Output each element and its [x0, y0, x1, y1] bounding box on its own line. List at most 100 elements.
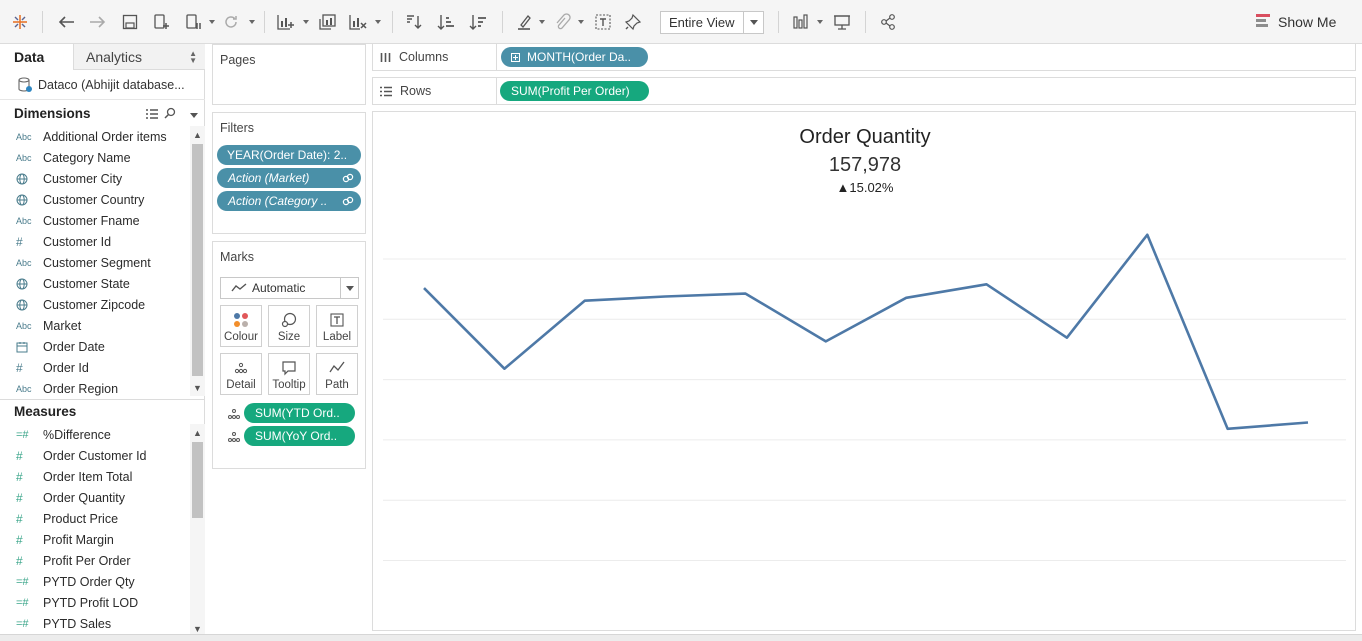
label-icon	[317, 312, 357, 328]
size-button[interactable]: Size	[268, 305, 310, 347]
scroll-down-icon[interactable]: ▼	[193, 625, 202, 634]
marks-pill[interactable]: SUM(YTD Ord..	[244, 403, 355, 423]
data-point[interactable]	[659, 291, 671, 303]
data-point[interactable]	[498, 363, 510, 375]
field-item[interactable]: # Order Item Total	[0, 466, 190, 487]
columns-shelf[interactable]: Columns MONTH(Order Da..	[372, 43, 1356, 71]
filter-pill[interactable]: Action (Category ..	[217, 191, 361, 211]
field-item[interactable]: # Profit Margin	[0, 529, 190, 550]
sort-descending-icon[interactable]	[466, 9, 490, 35]
filter-pill[interactable]: YEAR(Order Date): 2..	[217, 145, 361, 165]
label-icon[interactable]	[591, 9, 615, 35]
field-label: Customer Fname	[43, 213, 140, 228]
tab-analytics[interactable]: Analytics ▲ ▼	[74, 44, 205, 70]
label-button[interactable]: Label	[316, 305, 358, 347]
datasource-item[interactable]: Dataco (Abhijit database...	[0, 70, 205, 100]
share-icon[interactable]	[876, 9, 900, 35]
series-line[interactable]	[423, 233, 1309, 431]
data-point[interactable]	[900, 292, 912, 304]
field-item[interactable]: Abc Customer Segment	[0, 252, 190, 273]
field-item[interactable]: =# %Difference	[0, 424, 190, 445]
group-icon[interactable]	[550, 9, 574, 35]
swap-icon[interactable]	[402, 9, 426, 35]
scroll-down-icon[interactable]: ▼	[193, 384, 202, 393]
dimensions-scrollbar[interactable]: ▲ ▼	[190, 126, 205, 396]
field-item[interactable]: # Customer Id	[0, 231, 190, 252]
tooltip-button[interactable]: Tooltip	[268, 353, 310, 395]
save-icon[interactable]	[118, 9, 142, 35]
data-point[interactable]	[981, 278, 993, 290]
field-item[interactable]: # Product Price	[0, 508, 190, 529]
field-item[interactable]: Abc Additional Order items	[0, 126, 190, 147]
measures-scrollbar[interactable]: ▲ ▼	[190, 424, 205, 641]
detail-button[interactable]: Detail	[220, 353, 262, 395]
fit-dropdown[interactable]: Entire View	[660, 11, 764, 34]
data-point[interactable]	[1222, 423, 1234, 435]
field-item[interactable]: Customer Zipcode	[0, 294, 190, 315]
field-item[interactable]: Abc Order Region	[0, 378, 190, 396]
scroll-up-icon[interactable]: ▲	[193, 429, 202, 438]
path-button[interactable]: Path	[316, 353, 358, 395]
data-point[interactable]	[1302, 417, 1314, 429]
worksheet-view[interactable]: Order Quantity 157,978 ▲15.02%	[372, 111, 1356, 631]
rows-pill[interactable]: SUM(Profit Per Order)	[500, 81, 649, 101]
pause-updates-icon[interactable]	[182, 9, 206, 35]
scroll-arrows-icon: ▲ ▼	[189, 49, 197, 65]
columns-pill[interactable]: MONTH(Order Da..	[501, 47, 648, 67]
data-point[interactable]	[1141, 229, 1153, 241]
field-item[interactable]: Customer City	[0, 168, 190, 189]
size-label: Size	[277, 331, 301, 343]
field-item[interactable]: Customer State	[0, 273, 190, 294]
data-point[interactable]	[1061, 332, 1073, 344]
field-item[interactable]: Abc Category Name	[0, 147, 190, 168]
marks-pill[interactable]: SUM(YoY Ord..	[244, 426, 355, 446]
sort-ascending-icon[interactable]	[434, 9, 458, 35]
filter-pill[interactable]: Action (Market)	[217, 168, 361, 188]
filters-card[interactable]: Filters YEAR(Order Date): 2.. Action (Ma…	[212, 112, 366, 234]
tab-data[interactable]: Data	[0, 44, 74, 70]
field-item[interactable]: Order Date	[0, 336, 190, 357]
highlight-icon[interactable]	[512, 9, 536, 35]
field-item[interactable]: =# PYTD Sales	[0, 613, 190, 634]
field-item[interactable]: =# PYTD Profit LOD	[0, 592, 190, 613]
search-icon[interactable]	[164, 107, 176, 122]
pages-card[interactable]: Pages	[212, 44, 366, 105]
field-item[interactable]: Abc Customer Fname	[0, 210, 190, 231]
field-item[interactable]: Customer Country	[0, 189, 190, 210]
undo-icon[interactable]	[54, 9, 78, 35]
data-point[interactable]	[820, 335, 832, 347]
datasource-name: Dataco (Abhijit database...	[38, 77, 185, 92]
redo-icon[interactable]	[86, 9, 110, 35]
field-item[interactable]: # Order Quantity	[0, 487, 190, 508]
clear-sheet-icon[interactable]	[346, 9, 370, 35]
field-item[interactable]: # Profit Per Order	[0, 550, 190, 571]
colour-button[interactable]: Colour	[220, 305, 262, 347]
menu-caret-icon[interactable]	[190, 108, 198, 122]
presentation-icon[interactable]	[830, 9, 854, 35]
refresh-icon[interactable]	[219, 9, 243, 35]
scroll-thumb[interactable]	[192, 144, 203, 376]
scroll-up-icon[interactable]: ▲	[193, 131, 202, 140]
field-item[interactable]: # Order Customer Id	[0, 445, 190, 466]
data-point[interactable]	[418, 282, 430, 294]
new-worksheet-icon[interactable]	[274, 9, 298, 35]
field-item[interactable]: Abc Market	[0, 315, 190, 336]
dimensions-tools	[146, 107, 198, 122]
field-item[interactable]: # Order Id	[0, 357, 190, 378]
line-chart[interactable]	[383, 202, 1347, 622]
show-me-button[interactable]: Show Me	[1256, 12, 1336, 32]
new-datasource-icon[interactable]	[150, 9, 174, 35]
mark-type-dropdown[interactable]: Automatic	[220, 277, 359, 299]
scroll-thumb[interactable]	[192, 442, 203, 518]
data-point[interactable]	[739, 288, 751, 300]
field-item[interactable]: =# PYTD Order Qty	[0, 571, 190, 592]
duplicate-icon[interactable]	[315, 9, 339, 35]
tableau-logo-icon[interactable]	[8, 9, 32, 35]
pin-icon[interactable]	[621, 9, 645, 35]
field-label: Customer Segment	[43, 255, 151, 270]
view-list-icon[interactable]	[146, 108, 158, 122]
data-point[interactable]	[579, 295, 591, 307]
chart-type-icon[interactable]	[790, 9, 814, 35]
rows-shelf[interactable]: Rows SUM(Profit Per Order)	[372, 77, 1356, 105]
field-label: Category Name	[43, 150, 131, 165]
